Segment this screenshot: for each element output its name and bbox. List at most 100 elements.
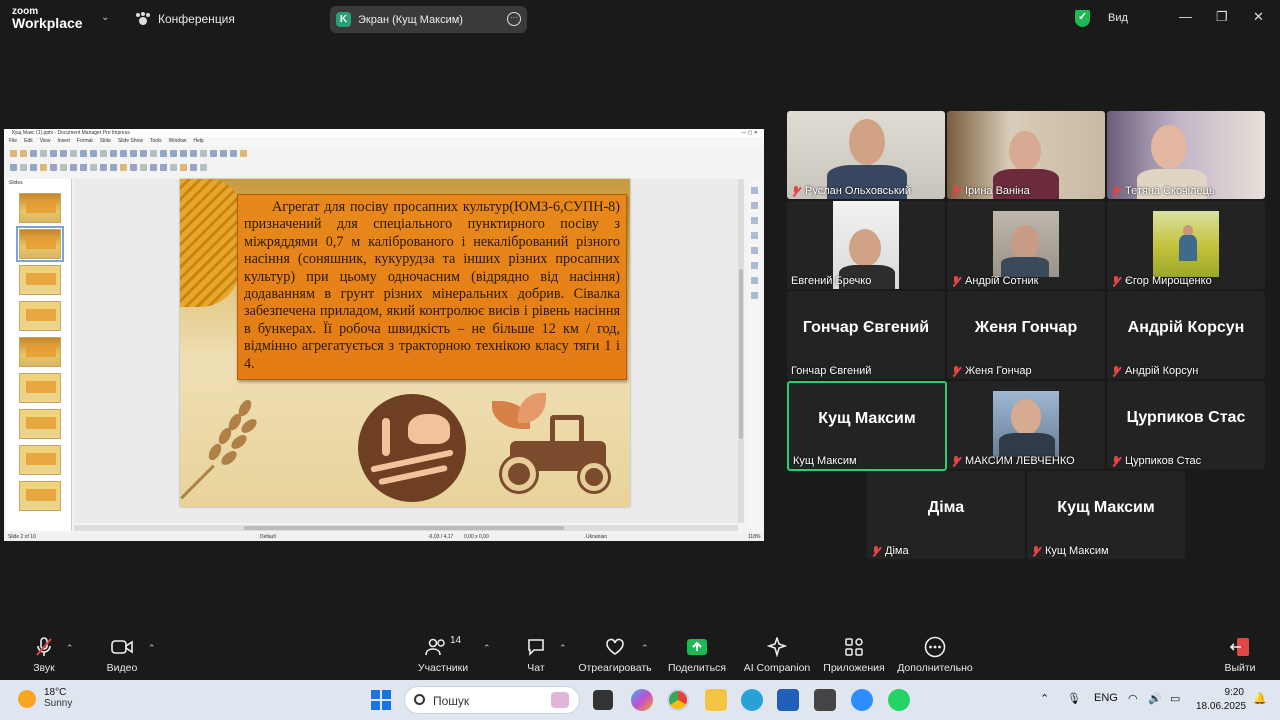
- copilot-icon[interactable]: [631, 689, 653, 711]
- conference-menu[interactable]: Конференция: [136, 12, 235, 26]
- menu-insert[interactable]: Insert: [57, 137, 70, 146]
- telegram-icon[interactable]: [741, 689, 763, 711]
- react-button[interactable]: Отреагировать: [575, 635, 655, 674]
- maximize-icon[interactable]: ❐: [1216, 9, 1228, 25]
- share-screen-button[interactable]: Поделиться: [657, 635, 737, 674]
- menu-window[interactable]: Window: [169, 137, 187, 146]
- ai-companion-button[interactable]: AI Companion: [737, 635, 817, 674]
- audio-button[interactable]: Звук: [4, 635, 84, 674]
- slide-canvas[interactable]: Агрегат для посіву просапних культур(ЮМЗ…: [74, 179, 742, 523]
- shared-app-titlebar: Кущ Макс (1).pptx - Document Manager Pro…: [4, 129, 764, 137]
- zoom-taskbar-icon[interactable]: [851, 689, 873, 711]
- battery-icon[interactable]: ▭: [1170, 692, 1180, 705]
- menu-format[interactable]: Format: [77, 137, 93, 146]
- current-slide[interactable]: Агрегат для посіву просапних культур(ЮМЗ…: [180, 179, 630, 507]
- slide-thumbnail[interactable]: [19, 265, 61, 295]
- slide-thumbnail[interactable]: [19, 409, 61, 439]
- security-shield-icon[interactable]: [1075, 10, 1090, 27]
- screen-share-indicator[interactable]: K Экран (Кущ Максим) ···: [330, 6, 527, 33]
- slide-thumbnail[interactable]: [19, 373, 61, 403]
- participant-tile[interactable]: Цурпиков Стас Цурпиков Стас: [1107, 381, 1265, 469]
- participant-tile[interactable]: Женя Гончар Женя Гончар: [947, 291, 1105, 379]
- mic-muted-icon: [871, 545, 881, 557]
- participant-tile[interactable]: Гончар Євгений Гончар Євгений: [787, 291, 945, 379]
- input-language[interactable]: ENG: [1094, 692, 1118, 704]
- chevron-down-icon[interactable]: ⌄: [101, 12, 109, 23]
- participant-name: Ірина Ваніна: [965, 185, 1030, 197]
- slide-thumbnail[interactable]: [19, 445, 61, 475]
- slide-thumbnail[interactable]: [19, 193, 61, 223]
- participant-tile[interactable]: Андрій Корсун Андрій Корсун: [1107, 291, 1265, 379]
- mic-muted-icon: [951, 455, 961, 467]
- video-button[interactable]: Видео: [82, 635, 162, 674]
- close-icon[interactable]: ✕: [1253, 9, 1264, 25]
- menu-file[interactable]: File: [9, 137, 17, 146]
- notification-bell-icon[interactable]: 🔔: [1253, 692, 1267, 705]
- menu-view[interactable]: View: [40, 137, 51, 146]
- react-chevron-icon[interactable]: ⌃: [641, 643, 649, 654]
- windows-start-icon[interactable]: [370, 689, 392, 711]
- tray-overflow-chevron-icon[interactable]: ⌃: [1040, 692, 1049, 705]
- whatsapp-icon[interactable]: [888, 689, 910, 711]
- file-explorer-icon[interactable]: [705, 689, 727, 711]
- video-options-chevron-icon[interactable]: ⌃: [148, 643, 156, 654]
- status-coords: -6,03 / 4,17: [428, 534, 454, 540]
- slide-thumbnail-selected[interactable]: [16, 226, 64, 262]
- slide-thumbnail[interactable]: [19, 481, 61, 511]
- participant-tile[interactable]: Ірина Ваніна: [947, 111, 1105, 199]
- mic-muted-icon: [1111, 455, 1121, 467]
- participant-tile[interactable]: МАКСИМ ЛЕВЧЕНКО: [947, 381, 1105, 469]
- participant-tile[interactable]: Руслан Ольховський: [787, 111, 945, 199]
- wifi-icon[interactable]: ◠: [1128, 692, 1138, 705]
- audio-options-chevron-icon[interactable]: ⌃: [66, 643, 74, 654]
- participant-tile[interactable]: Діма Діма: [867, 471, 1025, 559]
- participant-tile[interactable]: Тетяна Скочілець: [1107, 111, 1265, 199]
- minimize-icon[interactable]: —: [1179, 9, 1192, 24]
- more-options-icon[interactable]: ···: [507, 12, 521, 26]
- apps-button[interactable]: Приложения: [814, 635, 894, 674]
- chrome-icon[interactable]: [667, 689, 689, 711]
- participant-tile[interactable]: Єгор Мирощенко: [1107, 201, 1265, 289]
- sun-icon: [18, 690, 36, 708]
- status-layout: Default: [260, 534, 276, 540]
- horizontal-scrollbar[interactable]: [74, 525, 738, 531]
- participant-tile[interactable]: Андрій Сотник: [947, 201, 1105, 289]
- task-view-icon[interactable]: [593, 690, 613, 710]
- microphone-tray-icon[interactable]: 🎙: [1067, 692, 1081, 705]
- slide-thumbnail[interactable]: [19, 337, 61, 367]
- sharer-avatar: K: [336, 12, 351, 27]
- participant-tile-active-speaker[interactable]: Кущ Максим Кущ Максим: [787, 381, 947, 471]
- chat-chevron-icon[interactable]: ⌃: [559, 643, 567, 654]
- slide-text-box[interactable]: Агрегат для посіву просапних культур(ЮМЗ…: [237, 194, 627, 380]
- menu-slide[interactable]: Slide: [100, 137, 111, 146]
- menu-tools[interactable]: Tools: [150, 137, 162, 146]
- taskbar-clock[interactable]: 9:20 18.06.2025: [1196, 686, 1246, 714]
- more-button[interactable]: Дополнительно: [895, 635, 975, 674]
- vertical-scrollbar[interactable]: [738, 179, 744, 523]
- taskbar-search[interactable]: Пошук: [404, 686, 580, 714]
- participant-name: Руслан Ольховський: [805, 185, 912, 197]
- chat-button[interactable]: Чат: [496, 635, 576, 674]
- volume-icon[interactable]: 🔊: [1148, 692, 1162, 705]
- menu-slideshow[interactable]: Slide Show: [118, 137, 143, 146]
- view-button[interactable]: Вид: [1108, 12, 1128, 24]
- app-icon[interactable]: [814, 689, 836, 711]
- leave-button[interactable]: Выйти: [1200, 635, 1280, 674]
- participant-tile[interactable]: Евгений Бречко: [787, 201, 945, 289]
- participant-name: Андрій Сотник: [965, 275, 1039, 287]
- weather-widget[interactable]: 18°C Sunny: [18, 687, 72, 709]
- mic-muted-icon: [1111, 185, 1121, 197]
- meeting-controls: Звук ⌃ Видео ⌃ 14 Участники ⌃ Чат ⌃ Отре…: [0, 631, 1280, 680]
- store-icon[interactable]: [777, 689, 799, 711]
- menu-edit[interactable]: Edit: [24, 137, 33, 146]
- menu-help[interactable]: Help: [193, 137, 203, 146]
- participants-button[interactable]: 14 Участники: [403, 635, 483, 674]
- shared-screen[interactable]: Кущ Макс (1).pptx - Document Manager Pro…: [4, 129, 764, 541]
- mic-muted-icon: [951, 275, 961, 287]
- shared-window-controls: — ▢ ✕: [741, 130, 758, 136]
- sparkle-icon: [737, 635, 817, 659]
- zoom-logo[interactable]: zoom Workplace: [12, 6, 83, 30]
- participant-tile[interactable]: Кущ Максим Кущ Максим: [1027, 471, 1185, 559]
- slide-thumbnail[interactable]: [19, 301, 61, 331]
- participants-chevron-icon[interactable]: ⌃: [483, 643, 491, 654]
